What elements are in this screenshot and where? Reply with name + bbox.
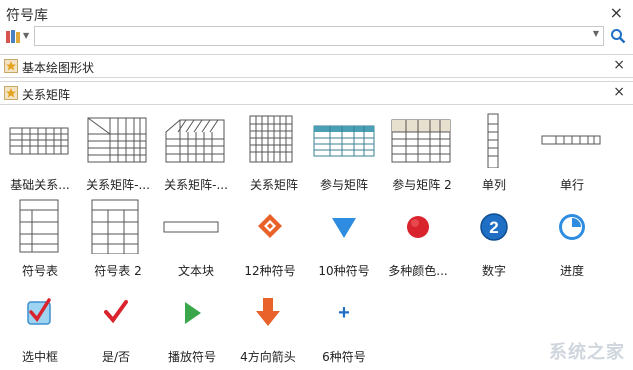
- number-badge-text: 2: [489, 218, 498, 237]
- text-block-icon: [163, 221, 219, 233]
- search-history-dropdown-icon[interactable]: ▼: [593, 29, 599, 38]
- symbol-table-2-icon: [91, 199, 139, 254]
- symbol-label: 单行: [559, 178, 584, 192]
- symbol-item[interactable]: 12种符号: [232, 198, 308, 278]
- search-field[interactable]: ▼: [34, 26, 604, 47]
- checked-checkbox-icon: [27, 298, 51, 325]
- close-library-button[interactable]: ×: [613, 84, 625, 100]
- star-icon: [4, 59, 18, 73]
- symbol-item[interactable]: 10种符号: [306, 198, 382, 278]
- relation-matrix-icon: [249, 115, 293, 163]
- participation-matrix-2-icon: [391, 119, 451, 163]
- symbol-item[interactable]: 文本块: [158, 198, 234, 278]
- symbol-item[interactable]: 单行: [534, 112, 610, 192]
- symbol-label: 基础关系...: [10, 178, 70, 192]
- symbol-label: 符号表: [21, 264, 58, 278]
- blue-triangle-down-icon: [332, 218, 356, 238]
- close-library-button[interactable]: ×: [613, 57, 625, 73]
- library-dropdown-icon[interactable]: ▼: [23, 28, 29, 44]
- search-icon[interactable]: [610, 28, 626, 44]
- symbol-item[interactable]: 选中框: [2, 284, 78, 364]
- symbol-label: 进度: [559, 264, 584, 278]
- search-input[interactable]: [35, 29, 583, 47]
- symbol-table-icon: [19, 199, 59, 253]
- symbol-label: 4方向箭头: [240, 350, 296, 364]
- title-bar: 符号库 ×: [0, 0, 633, 28]
- symbol-label: 单列: [481, 178, 506, 192]
- symbol-label: 6种符号: [322, 350, 366, 364]
- symbol-label: 关系矩阵-...: [86, 178, 150, 192]
- symbol-item[interactable]: 播放符号: [154, 284, 230, 364]
- search-row: ▼ ▼: [0, 26, 633, 48]
- symbol-label: 文本块: [177, 264, 214, 278]
- symbol-label: 多种颜色...: [388, 264, 448, 278]
- library-row-basic-shapes[interactable]: 基本绘图形状 ×: [0, 54, 633, 78]
- watermark-text: 系统之家: [549, 342, 625, 363]
- symbol-item[interactable]: 参与矩阵 2: [384, 112, 460, 192]
- symbol-label: 是/否: [101, 350, 131, 364]
- symbol-item[interactable]: 单列: [456, 112, 532, 192]
- symbol-item[interactable]: 多种颜色...: [380, 198, 456, 278]
- plus-glyph: +: [338, 302, 350, 324]
- relation-matrix-slanted-icon: [165, 119, 225, 163]
- orange-arrow-down-icon: [256, 298, 280, 326]
- symbol-item[interactable]: 关系矩阵: [236, 112, 312, 192]
- symbol-label: 符号表 2: [94, 264, 142, 278]
- orange-diamond-icon: [258, 214, 282, 238]
- symbol-label: 12种符号: [244, 264, 296, 278]
- symbol-item[interactable]: 关系矩阵-...: [158, 112, 234, 192]
- symbol-label: 参与矩阵: [319, 178, 368, 192]
- symbol-item[interactable]: 参与矩阵: [306, 112, 382, 192]
- red-checkmark-icon: [104, 300, 128, 324]
- number-badge-icon: 2: [480, 213, 508, 241]
- symbol-item[interactable]: 是/否: [78, 284, 154, 364]
- panel-title: 符号库: [6, 8, 48, 24]
- star-icon: [4, 86, 18, 100]
- symbol-item[interactable]: 符号表: [2, 198, 78, 278]
- green-play-icon: [185, 302, 201, 324]
- symbol-item[interactable]: 进度: [534, 198, 610, 278]
- relation-matrix-diagonal-icon: [87, 117, 147, 163]
- participation-matrix-icon: [313, 125, 375, 157]
- symbol-item[interactable]: 基础关系...: [2, 112, 78, 192]
- library-books-icon[interactable]: [5, 28, 21, 44]
- basic-relation-matrix-icon: [9, 127, 69, 155]
- symbol-label: 10种符号: [318, 264, 370, 278]
- progress-pie-icon: [559, 214, 585, 240]
- plus-icon: +: [338, 302, 350, 324]
- symbol-label: 数字: [481, 264, 506, 278]
- symbol-item[interactable]: 符号表 2: [80, 198, 156, 278]
- library-row-relation-matrix[interactable]: 关系矩阵 ×: [0, 81, 633, 105]
- symbol-item[interactable]: + 6种符号: [306, 284, 382, 364]
- symbol-item[interactable]: 关系矩阵-...: [80, 112, 156, 192]
- close-panel-button[interactable]: ×: [610, 5, 623, 21]
- red-circle-icon: [407, 216, 429, 238]
- symbol-label: 关系矩阵-...: [164, 178, 228, 192]
- symbol-item[interactable]: 4方向箭头: [230, 284, 306, 364]
- single-row-icon: [541, 135, 601, 145]
- single-column-icon: [487, 113, 499, 168]
- library-label: 基本绘图形状: [22, 61, 95, 75]
- library-label: 关系矩阵: [22, 88, 71, 102]
- symbol-label: 选中框: [21, 350, 58, 364]
- symbol-label: 播放符号: [167, 350, 216, 364]
- symbol-item[interactable]: 2 数字: [456, 198, 532, 278]
